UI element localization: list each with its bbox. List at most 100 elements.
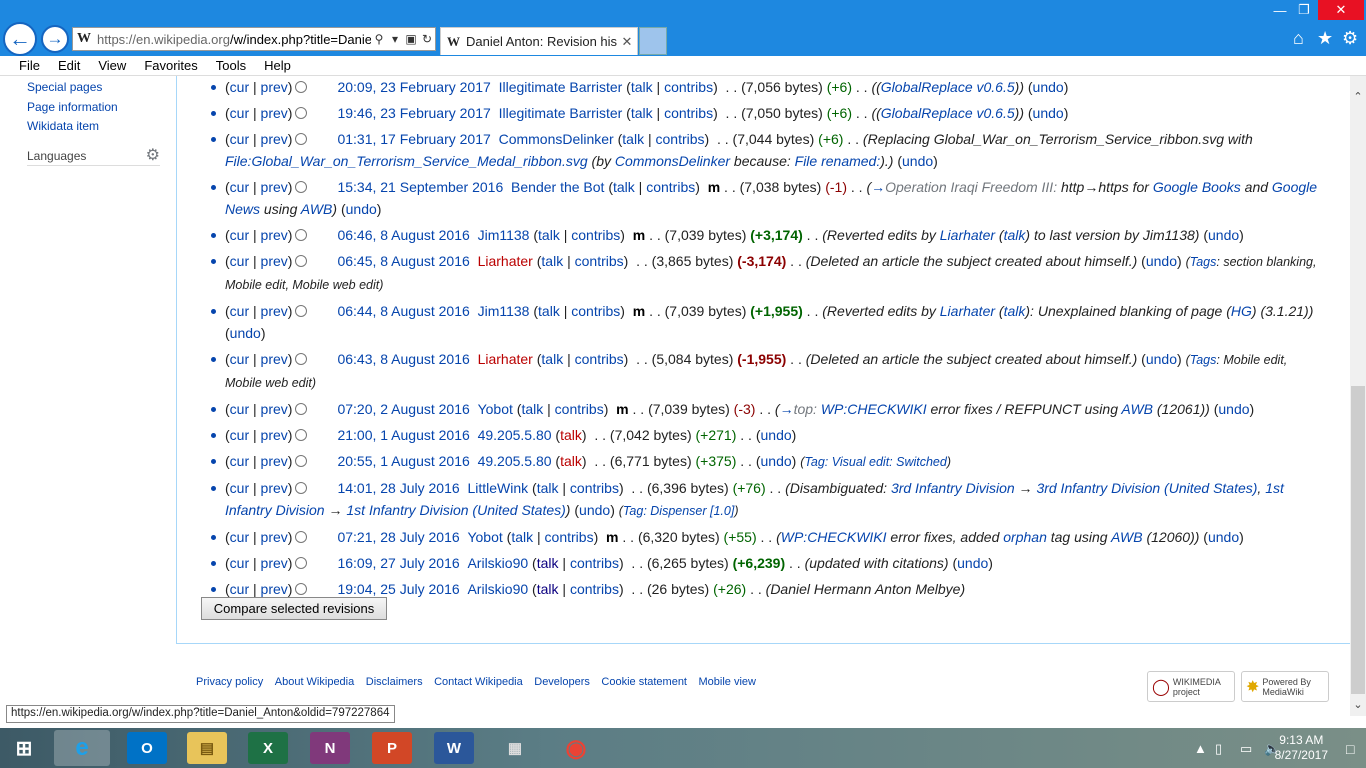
undo-link[interactable]: undo — [230, 325, 261, 341]
cur-link[interactable]: cur — [230, 581, 249, 597]
contribs-link[interactable]: contribs — [575, 253, 624, 269]
talk-link[interactable]: talk — [538, 227, 560, 243]
new-tab-button[interactable] — [639, 27, 667, 55]
back-icon[interactable]: ← — [3, 22, 37, 56]
user-link[interactable]: Liarhater — [478, 351, 533, 367]
menu-favorites[interactable]: Favorites — [144, 58, 197, 73]
system-clock[interactable]: 9:13 AM 8/27/2017 — [1275, 733, 1328, 763]
prev-link[interactable]: prev — [261, 427, 288, 443]
user-link[interactable]: Yobot — [478, 401, 513, 417]
user-link[interactable]: 49.205.5.80 — [478, 453, 552, 469]
contribs-link[interactable]: contribs — [555, 401, 604, 417]
user-link[interactable]: Yobot — [467, 529, 502, 545]
revision-date[interactable]: 14:01, 28 July 2016 — [337, 480, 459, 496]
cur-link[interactable]: cur — [230, 555, 249, 571]
lock-icon[interactable]: ▣ — [403, 32, 419, 46]
home-icon[interactable]: ⌂ — [1293, 28, 1304, 49]
revision-date[interactable]: 20:55, 1 August 2016 — [337, 453, 469, 469]
revision-date[interactable]: 01:31, 17 February 2017 — [337, 131, 490, 147]
menu-file[interactable]: File — [19, 58, 40, 73]
undo-link[interactable]: undo — [1146, 351, 1177, 367]
menu-help[interactable]: Help — [264, 58, 291, 73]
revision-date[interactable]: 19:46, 23 February 2017 — [337, 105, 490, 121]
revision-radio[interactable] — [295, 255, 308, 267]
talk-link[interactable]: talk — [1004, 227, 1026, 243]
revision-date[interactable]: 06:45, 8 August 2016 — [337, 253, 469, 269]
sidebar-item-wikidata-item[interactable]: Wikidata item — [27, 117, 167, 137]
undo-link[interactable]: undo — [579, 502, 610, 518]
revision-radio[interactable] — [295, 305, 308, 317]
summary-link[interactable]: AWB — [1111, 529, 1143, 545]
section-link[interactable]: → — [871, 179, 885, 195]
contribs-link[interactable]: contribs — [664, 105, 713, 121]
sidebar-item-page-information[interactable]: Page information — [27, 98, 167, 118]
gear-icon[interactable]: ⚙ — [1342, 28, 1358, 49]
talk-link[interactable]: talk — [538, 303, 560, 319]
prev-link[interactable]: prev — [261, 131, 288, 147]
talk-link[interactable]: talk — [541, 253, 563, 269]
talk-link[interactable]: talk — [1004, 303, 1026, 319]
summary-link[interactable]: HG — [1231, 303, 1252, 319]
tags-link[interactable]: Tag: Dispenser [1.0] — [623, 504, 734, 518]
summary-link[interactable]: AWB — [1121, 401, 1153, 417]
contribs-link[interactable]: contribs — [575, 351, 624, 367]
user-link[interactable]: Bender the Bot — [511, 179, 604, 195]
talk-link[interactable]: talk — [560, 453, 582, 469]
undo-link[interactable]: undo — [1146, 253, 1177, 269]
revision-radio[interactable] — [295, 455, 308, 467]
contribs-link[interactable]: contribs — [570, 480, 619, 496]
undo-link[interactable]: undo — [1033, 105, 1064, 121]
undo-link[interactable]: undo — [761, 453, 792, 469]
user-link[interactable]: Liarhater — [940, 303, 995, 319]
mediawiki-badge[interactable]: ✸ Powered By MediaWiki — [1241, 671, 1329, 702]
undo-link[interactable]: undo — [761, 427, 792, 443]
contribs-link[interactable]: contribs — [646, 179, 695, 195]
file-link[interactable]: File:Global_War_on_Terrorism_Service_Med… — [225, 153, 588, 169]
tags-link[interactable]: Tags — [1190, 353, 1217, 367]
summary-link[interactable]: WP:CHECKWIKI — [821, 401, 927, 417]
menu-edit[interactable]: Edit — [58, 58, 80, 73]
talk-link[interactable]: talk — [511, 529, 533, 545]
menu-tools[interactable]: Tools — [216, 58, 246, 73]
revision-date[interactable]: 16:09, 27 July 2016 — [337, 555, 459, 571]
summary-link[interactable]: 1st Infantry Division (United States) — [346, 502, 565, 518]
revision-radio[interactable] — [295, 81, 308, 93]
revision-radio[interactable] — [295, 429, 308, 441]
prev-link[interactable]: prev — [261, 555, 288, 571]
prev-link[interactable]: prev — [261, 253, 288, 269]
menu-view[interactable]: View — [98, 58, 126, 73]
prev-link[interactable]: prev — [261, 79, 288, 95]
scroll-up-icon[interactable]: ⌃ — [1350, 90, 1366, 103]
prev-link[interactable]: prev — [261, 351, 288, 367]
user-link[interactable]: Liarhater — [478, 253, 533, 269]
summary-link[interactable]: 3rd Infantry Division (United States) — [1036, 480, 1257, 496]
undo-link[interactable]: undo — [902, 153, 933, 169]
star-icon[interactable]: ★ — [1317, 28, 1333, 49]
footer-contact[interactable]: Contact Wikipedia — [434, 676, 523, 688]
revision-radio[interactable] — [295, 353, 308, 365]
internet-explorer-icon[interactable]: e — [54, 730, 110, 766]
undo-link[interactable]: undo — [1208, 529, 1239, 545]
restore-icon[interactable]: ❐ — [1292, 0, 1316, 20]
user-link[interactable]: Illegitimate Barrister — [499, 105, 623, 121]
footer-about[interactable]: About Wikipedia — [275, 676, 355, 688]
cur-link[interactable]: cur — [230, 480, 249, 496]
cur-link[interactable]: cur — [230, 351, 249, 367]
footer-cookie-statement[interactable]: Cookie statement — [601, 676, 687, 688]
footer-privacy-policy[interactable]: Privacy policy — [196, 676, 263, 688]
cur-link[interactable]: cur — [230, 303, 249, 319]
cur-link[interactable]: cur — [230, 453, 249, 469]
contribs-link[interactable]: contribs — [656, 131, 705, 147]
revision-radio[interactable] — [295, 229, 308, 241]
powerpoint-icon[interactable]: P — [372, 732, 412, 764]
talk-link[interactable]: talk — [631, 79, 653, 95]
close-window-icon[interactable]: ✕ — [1318, 0, 1364, 20]
user-link[interactable]: 49.205.5.80 — [478, 427, 552, 443]
word-icon[interactable]: W — [434, 732, 474, 764]
cur-link[interactable]: cur — [230, 227, 249, 243]
revision-radio[interactable] — [295, 531, 308, 543]
talk-link[interactable]: talk — [613, 179, 635, 195]
summary-link[interactable]: WP:CHECKWIKI — [781, 529, 887, 545]
scrollbar-thumb[interactable] — [1351, 386, 1365, 694]
footer-developers[interactable]: Developers — [534, 676, 590, 688]
